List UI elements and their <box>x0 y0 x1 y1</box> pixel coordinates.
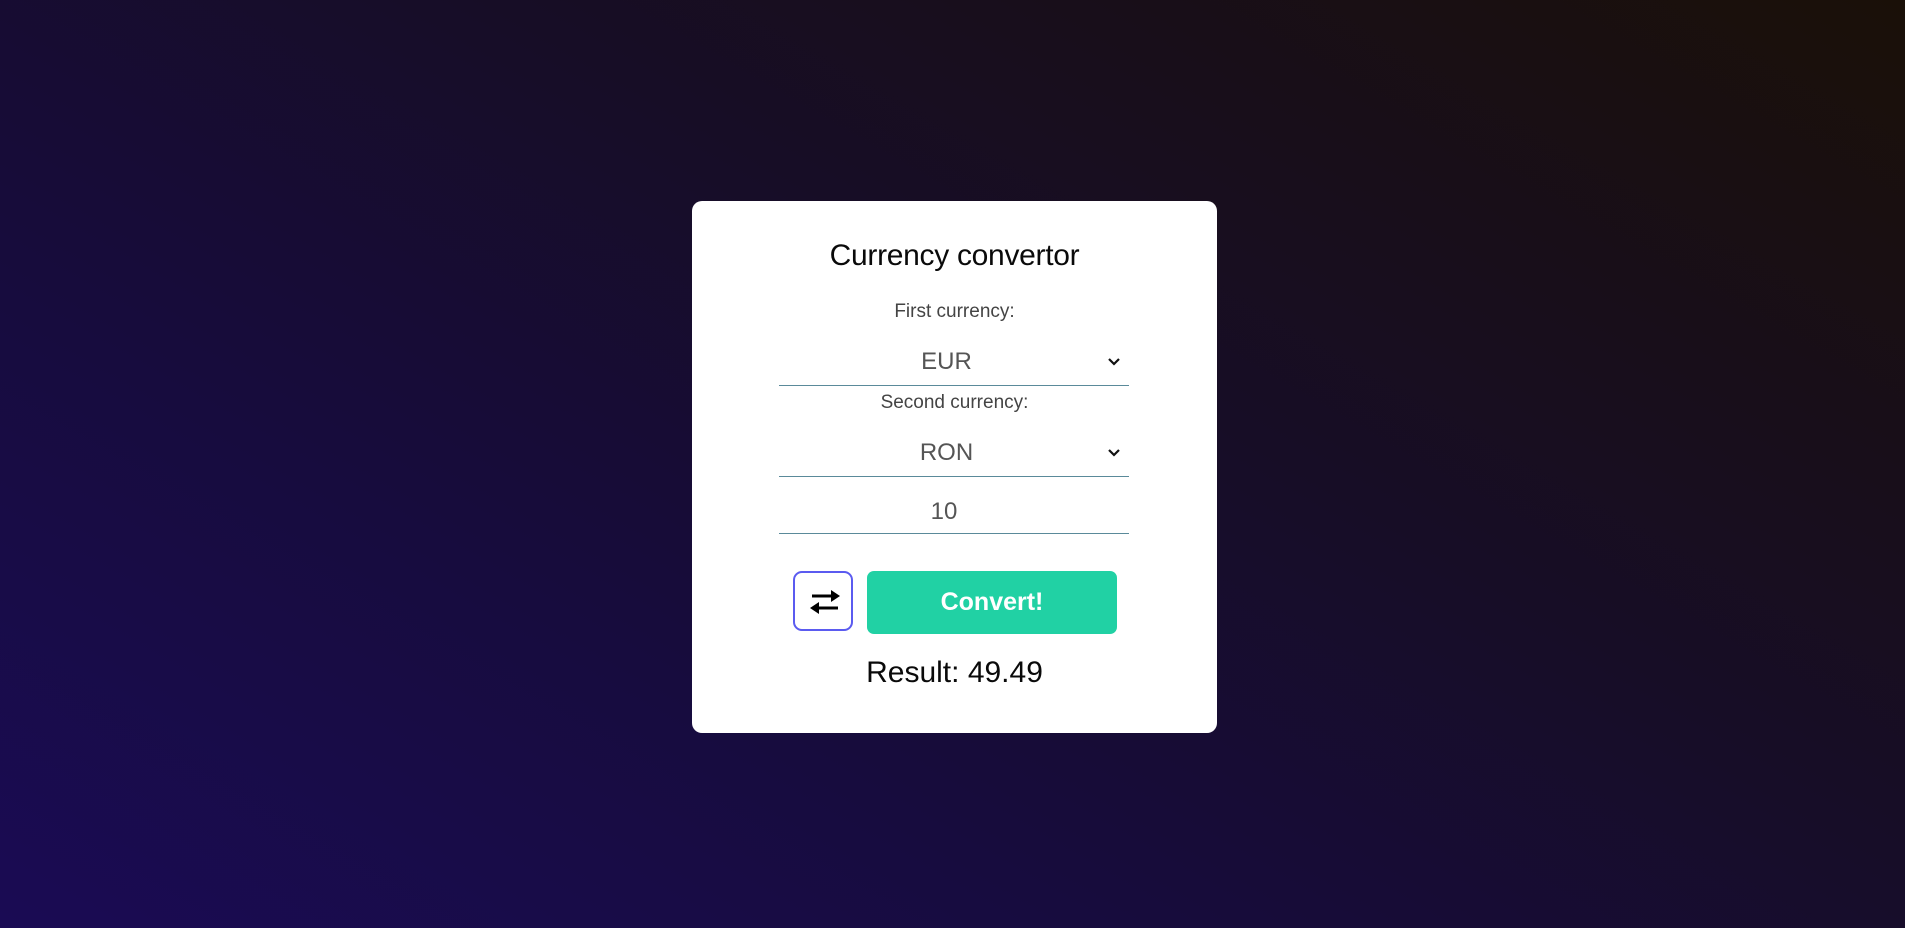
page-title: Currency convertor <box>829 239 1080 272</box>
amount-value: 10 <box>930 498 958 525</box>
second-currency-select[interactable]: RON <box>779 432 1129 477</box>
converter-card: Currency convertor First currency: EUR S… <box>692 201 1217 733</box>
amount-input[interactable]: 10 <box>779 485 1129 534</box>
chevron-down-icon <box>1108 358 1120 366</box>
chevron-down-icon <box>1108 449 1120 457</box>
second-currency-value: RON <box>919 439 974 466</box>
swap-button[interactable] <box>793 571 853 631</box>
first-currency-label: First currency: <box>894 301 1015 322</box>
result-text: Result: 49.49 <box>866 656 1043 689</box>
first-currency-select[interactable]: EUR <box>779 341 1129 386</box>
second-currency-label: Second currency: <box>880 392 1029 413</box>
first-currency-value: EUR <box>921 348 972 375</box>
convert-button[interactable]: Convert! <box>867 571 1117 634</box>
swap-arrows-icon <box>810 590 840 614</box>
